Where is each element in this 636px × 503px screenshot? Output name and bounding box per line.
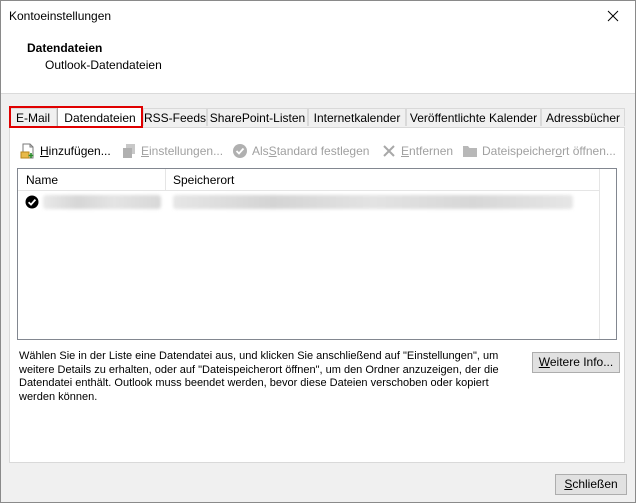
column-header-location[interactable]: Speicherort	[173, 173, 234, 187]
tab-published-calendars[interactable]: Veröffentlichte Kalender	[406, 108, 541, 126]
column-header-name[interactable]: Name	[26, 173, 58, 187]
list-item[interactable]	[18, 193, 609, 233]
row-location-redacted	[173, 195, 573, 209]
tab-rss-feeds[interactable]: RSS-Feeds	[143, 108, 207, 126]
info-text: Wählen Sie in der Liste eine Datendatei …	[19, 350, 499, 403]
header-title: Datendateien	[27, 41, 103, 55]
list-scrollbar[interactable]	[599, 169, 616, 339]
add-button[interactable]: Hinzufügen...	[20, 142, 111, 160]
default-check-icon	[25, 195, 39, 209]
close-window-button[interactable]	[593, 1, 633, 31]
set-default-button[interactable]: Als Standard festlegen	[232, 142, 369, 160]
open-location-button[interactable]: Dateispeicher o rt öffnen...	[462, 142, 616, 160]
data-files-list[interactable]: Name Speicherort	[17, 168, 617, 340]
more-info-button[interactable]: Weitere Info...	[532, 352, 620, 373]
close-button[interactable]: Schließen	[555, 474, 627, 495]
folder-icon	[463, 146, 477, 157]
add-file-icon	[20, 143, 34, 159]
tab-email[interactable]: E-Mail	[9, 108, 57, 126]
row-name-redacted	[43, 195, 161, 209]
title-bar: Kontoeinstellungen	[1, 1, 635, 31]
header-subtitle: Outlook-Datendateien	[45, 58, 162, 72]
account-settings-dialog: Kontoeinstellungen Datendateien Outlook-…	[0, 0, 636, 503]
tab-address-books[interactable]: Adressbücher	[541, 108, 625, 126]
dialog-header: Datendateien Outlook-Datendateien	[1, 31, 635, 94]
list-header: Name Speicherort	[18, 169, 602, 191]
column-divider[interactable]	[165, 169, 166, 190]
remove-button[interactable]: Entfernen	[381, 142, 453, 160]
settings-icon	[123, 144, 135, 158]
close-icon	[607, 10, 619, 22]
remove-x-icon	[383, 145, 395, 157]
settings-button[interactable]: Einstellungen...	[121, 142, 223, 160]
window-title: Kontoeinstellungen	[9, 9, 112, 23]
tab-internet-calendars[interactable]: Internetkalender	[308, 108, 406, 126]
tab-panel-data-files: Hinzufügen... Einstellungen... Als Stand…	[9, 127, 625, 463]
tab-sharepoint-lists[interactable]: SharePoint-Listen	[207, 108, 308, 126]
checkmark-circle-icon	[233, 144, 247, 158]
tab-data-files[interactable]: Datendateien	[57, 107, 143, 127]
